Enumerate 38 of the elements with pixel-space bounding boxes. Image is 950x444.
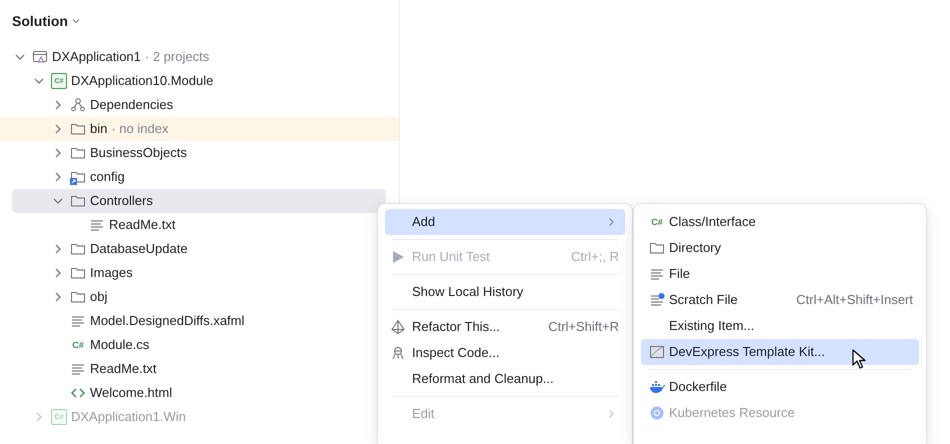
file-type-label: C# [650,216,664,228]
menu-item[interactable]: C# Class/Interface [641,209,919,235]
menu-item[interactable]: Scratch File Ctrl+Alt+Shift+Insert [641,287,919,313]
folder-icon [649,240,665,256]
menu-item[interactable]: DevExpress Template Kit... [641,339,919,365]
tree-item[interactable]: BusinessObjects [0,141,399,165]
item-note: · 2 projects [144,48,210,66]
shortcut-label: Ctrl+Shift+R [548,318,620,336]
shortcut-label: Ctrl+;, R [570,248,620,266]
tree-item[interactable]: Dependencies [0,93,399,117]
whale-icon [649,379,665,395]
menu-item[interactable]: Dockerfile [641,374,919,400]
menu-item[interactable]: Add [385,209,625,235]
folder-icon [70,121,86,137]
tree-item[interactable]: Controllers [12,189,386,213]
shortcut-label: Ctrl+Alt+Shift+Insert [796,291,914,310]
dropdown-caret-icon[interactable] [71,16,82,26]
item-note: · no index [111,120,168,138]
dependencies-icon [70,97,86,113]
menu-item[interactable]: Existing Item... [641,313,919,339]
template-icon [649,344,665,360]
folder-icon [70,265,86,281]
solution-icon [32,49,48,65]
tree-item[interactable]: bin · no index [0,117,399,141]
folder-link-icon [70,169,86,185]
folder-icon [70,145,86,161]
folder-icon [70,193,86,209]
menu-item[interactable]: Directory [641,235,919,261]
tree-item[interactable]: DXApplication1 · 2 projects [0,45,399,69]
menu-item[interactable]: File [641,261,919,287]
scratch-file-icon [649,292,665,308]
panel-title[interactable]: Solution [12,10,68,32]
tree-item[interactable]: config [0,165,399,189]
folder-icon [70,241,86,257]
wheel-icon [649,405,665,421]
folder-icon [70,289,86,305]
file-type-label: C# [71,338,85,352]
mouse-pointer-icon [852,349,866,370]
